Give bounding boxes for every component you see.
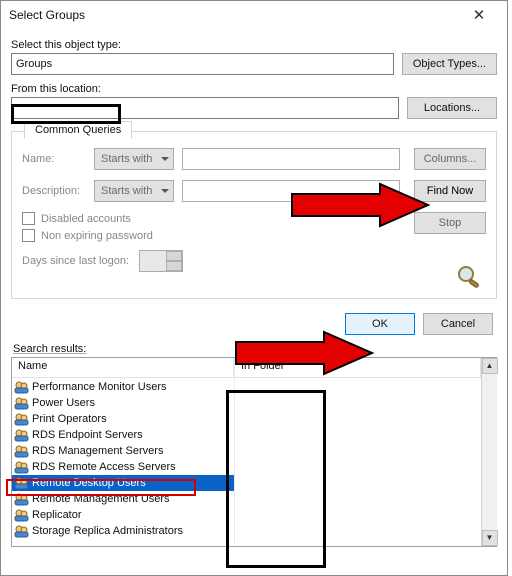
dialog-title: Select Groups xyxy=(9,8,85,22)
scroll-up-button[interactable]: ▲ xyxy=(482,358,498,374)
list-item[interactable]: RDS Management Servers xyxy=(12,443,234,459)
chevron-down-icon xyxy=(161,189,169,193)
list-item[interactable]: Remote Management Users xyxy=(12,491,234,507)
list-item-label: Performance Monitor Users xyxy=(32,379,167,395)
cancel-button[interactable]: Cancel xyxy=(423,313,493,335)
group-icon xyxy=(14,460,29,474)
description-match-value: Starts with xyxy=(101,185,152,197)
days-since-logon-label: Days since last logon: xyxy=(22,255,129,267)
columns-button[interactable]: Columns... xyxy=(414,148,486,170)
group-icon xyxy=(14,508,29,522)
common-queries-frame: Common Queries Name: Starts with Descrip… xyxy=(11,131,497,299)
non-expiring-password-checkbox[interactable] xyxy=(22,229,35,242)
list-item[interactable]: Power Users xyxy=(12,395,234,411)
list-item[interactable]: RDS Endpoint Servers xyxy=(12,427,234,443)
object-type-input[interactable]: Groups xyxy=(11,53,394,75)
tab-common-queries[interactable]: Common Queries xyxy=(24,121,132,139)
list-item-label: RDS Management Servers xyxy=(32,443,163,459)
search-results-label: Search results: xyxy=(13,343,497,355)
days-since-logon-spinner[interactable] xyxy=(139,250,183,272)
name-match-value: Starts with xyxy=(101,153,152,165)
vertical-scrollbar[interactable]: ▲ ▼ xyxy=(481,358,497,546)
group-icon xyxy=(14,380,29,394)
disabled-accounts-checkbox[interactable] xyxy=(22,212,35,225)
name-match-combo[interactable]: Starts with xyxy=(94,148,174,170)
list-item-label: Remote Management Users xyxy=(32,491,170,507)
results-list: Name Performance Monitor UsersPower User… xyxy=(11,357,497,547)
group-icon xyxy=(14,428,29,442)
list-item-label: Power Users xyxy=(32,395,95,411)
location-label: From this location: xyxy=(11,83,497,95)
group-icon xyxy=(14,412,29,426)
locations-button[interactable]: Locations... xyxy=(407,97,497,119)
select-groups-dialog: Select Groups ✕ Select this object type:… xyxy=(0,0,508,576)
list-item-label: RDS Remote Access Servers xyxy=(32,459,176,475)
group-icon xyxy=(14,476,29,490)
group-icon xyxy=(14,396,29,410)
stop-button[interactable]: Stop xyxy=(414,212,486,234)
location-input[interactable] xyxy=(11,97,399,119)
group-icon xyxy=(14,444,29,458)
name-filter-input[interactable] xyxy=(182,148,400,170)
list-item-label: Replicator xyxy=(32,507,82,523)
list-item-label: Print Operators xyxy=(32,411,107,427)
list-item-label: Remote Desktop Users xyxy=(32,475,146,491)
list-item[interactable]: Performance Monitor Users xyxy=(12,379,234,395)
description-filter-input[interactable] xyxy=(182,180,400,202)
spin-down-icon[interactable] xyxy=(166,261,182,271)
description-filter-label: Description: xyxy=(22,185,86,197)
spin-up-icon[interactable] xyxy=(166,251,182,261)
group-icon xyxy=(14,524,29,538)
chevron-down-icon xyxy=(161,157,169,161)
group-icon xyxy=(14,492,29,506)
column-header-folder[interactable]: In Folder xyxy=(235,358,481,377)
scroll-down-button[interactable]: ▼ xyxy=(482,530,498,546)
object-type-label: Select this object type: xyxy=(11,39,497,51)
list-item[interactable]: Print Operators xyxy=(12,411,234,427)
titlebar: Select Groups ✕ xyxy=(1,1,507,29)
list-item[interactable]: RDS Remote Access Servers xyxy=(12,459,234,475)
list-item-label: Storage Replica Administrators xyxy=(32,523,183,539)
disabled-accounts-label: Disabled accounts xyxy=(41,213,131,225)
object-types-button[interactable]: Object Types... xyxy=(402,53,497,75)
search-icon xyxy=(454,264,486,288)
list-item[interactable]: Replicator xyxy=(12,507,234,523)
name-filter-label: Name: xyxy=(22,153,86,165)
list-item[interactable]: Remote Desktop Users xyxy=(12,475,234,491)
column-header-name[interactable]: Name xyxy=(12,358,234,377)
list-item-label: RDS Endpoint Servers xyxy=(32,427,143,443)
find-now-button[interactable]: Find Now xyxy=(414,180,486,202)
description-match-combo[interactable]: Starts with xyxy=(94,180,174,202)
close-button[interactable]: ✕ xyxy=(459,1,499,29)
ok-button[interactable]: OK xyxy=(345,313,415,335)
list-item[interactable]: Storage Replica Administrators xyxy=(12,523,234,539)
non-expiring-password-label: Non expiring password xyxy=(41,230,153,242)
